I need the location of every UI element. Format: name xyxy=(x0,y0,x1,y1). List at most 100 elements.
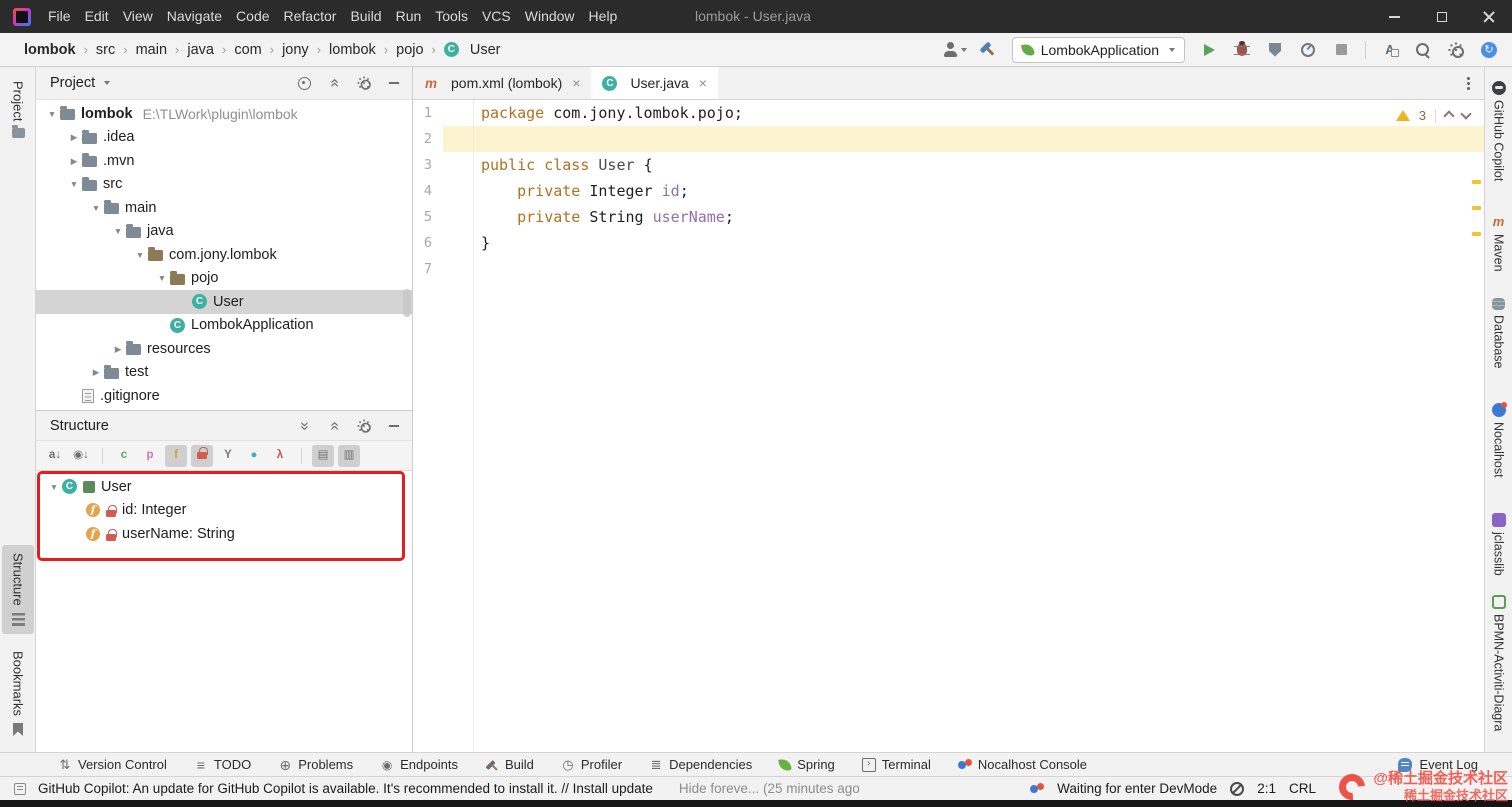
stripe-button-nocalhost[interactable]: Nocalhost xyxy=(1485,402,1512,478)
project-item-idea[interactable]: .idea xyxy=(36,126,412,150)
debug-button[interactable] xyxy=(1229,37,1255,63)
chevron-expanded-icon[interactable] xyxy=(88,204,104,213)
chevron-expanded-icon[interactable] xyxy=(44,110,60,119)
menu-window[interactable]: Window xyxy=(518,0,582,33)
project-item-resources[interactable]: resources xyxy=(36,337,412,361)
chevron-expanded-icon[interactable] xyxy=(46,483,62,492)
close-tab-icon[interactable] xyxy=(699,76,707,90)
project-item-pojo[interactable]: pojo xyxy=(36,267,412,291)
warning-stripe-mark[interactable] xyxy=(1472,206,1481,210)
code-line[interactable]: 1 package com.jony.lombok.pojo; xyxy=(413,100,1484,126)
line-number[interactable]: 4 xyxy=(413,178,443,204)
warning-stripe-mark[interactable] xyxy=(1472,232,1481,236)
chevron-collapsed-icon[interactable] xyxy=(110,345,126,354)
menu-vcs[interactable]: VCS xyxy=(475,0,518,33)
stripe-button-structure[interactable]: Structure xyxy=(2,545,34,634)
toolwindow-button-version-control[interactable]: Version Control xyxy=(58,757,167,772)
toolwindow-button-profiler[interactable]: Profiler xyxy=(561,757,622,772)
sort-alphabetically-button[interactable]: a↓ xyxy=(44,445,66,467)
line-number[interactable]: 3 xyxy=(413,152,443,178)
maximize-button[interactable] xyxy=(1418,0,1465,33)
code-line[interactable]: 5 private String userName; xyxy=(413,204,1484,230)
menu-file[interactable]: File xyxy=(41,0,78,33)
toolwindow-button-endpoints[interactable]: Endpoints xyxy=(380,757,458,772)
caret-position[interactable]: 2:1 xyxy=(1257,781,1276,796)
run-button[interactable] xyxy=(1196,37,1222,63)
menu-refactor[interactable]: Refactor xyxy=(277,0,344,33)
project-item-java[interactable]: java xyxy=(36,220,412,244)
show-properties-button[interactable]: p xyxy=(139,445,161,467)
expand-all-button[interactable] xyxy=(292,414,316,438)
line-number[interactable]: 6 xyxy=(413,230,443,256)
menu-edit[interactable]: Edit xyxy=(78,0,116,33)
project-item-mvn[interactable]: .mvn xyxy=(36,149,412,173)
line-number[interactable]: 5 xyxy=(413,204,443,230)
toolwindow-button-problems[interactable]: Problems xyxy=(278,757,353,772)
ide-update-button[interactable] xyxy=(1476,37,1502,63)
chevron-collapsed-icon[interactable] xyxy=(66,133,82,142)
search-everywhere-button[interactable] xyxy=(1410,37,1436,63)
line-separator-indicator[interactable]: CRL xyxy=(1289,781,1316,796)
collapse-all-button[interactable] xyxy=(322,414,346,438)
hide-structure-panel-button[interactable] xyxy=(382,414,406,438)
stripe-button-project[interactable]: Project xyxy=(2,73,34,146)
chevron-collapsed-icon[interactable] xyxy=(88,368,104,377)
menu-help[interactable]: Help xyxy=(582,0,625,33)
menu-code[interactable]: Code xyxy=(229,0,276,33)
toolwindow-button-nocalhost-console[interactable]: Nocalhost Console xyxy=(957,757,1087,772)
stripe-button-bpmn-activiti-diagra[interactable]: BPMN-Activiti-Diagra xyxy=(1485,595,1512,731)
code-line[interactable]: 6} xyxy=(413,230,1484,256)
code-editor[interactable]: 1 package com.jony.lombok.pojo; 2 3 public c… xyxy=(413,100,1484,752)
breadcrumb-lombok[interactable]: lombok xyxy=(329,42,376,58)
user-account-button[interactable] xyxy=(942,37,968,63)
chevron-expanded-icon[interactable] xyxy=(110,227,126,236)
breadcrumb-pojo[interactable]: pojo xyxy=(396,42,423,58)
toolwindow-button-dependencies[interactable]: Dependencies xyxy=(649,757,752,772)
event-log-button[interactable]: Event Log xyxy=(1398,757,1478,772)
previous-warning-icon[interactable] xyxy=(1443,109,1455,122)
breadcrumb-java[interactable]: java xyxy=(187,42,214,58)
inspections-widget[interactable]: 3 xyxy=(1395,108,1472,123)
status-message[interactable]: GitHub Copilot: An update for GitHub Cop… xyxy=(38,781,653,796)
locate-file-button[interactable] xyxy=(292,71,316,95)
editor-options-kebab-icon[interactable] xyxy=(1467,82,1470,85)
menu-run[interactable]: Run xyxy=(389,0,429,33)
sort-by-visibility-button[interactable]: ◉↓ xyxy=(70,445,92,467)
breadcrumb-com[interactable]: com xyxy=(234,42,261,58)
toolwindow-button-todo[interactable]: TODO xyxy=(194,757,251,772)
line-number[interactable]: 7 xyxy=(413,256,443,282)
show-inherited-button[interactable]: Y xyxy=(217,445,239,467)
project-panel-title[interactable]: Project xyxy=(50,75,95,91)
scrollbar-thumb[interactable] xyxy=(403,289,411,317)
close-button[interactable] xyxy=(1465,0,1512,33)
show-non-public-button[interactable] xyxy=(191,444,213,467)
menu-navigate[interactable]: Navigate xyxy=(160,0,229,33)
line-number[interactable]: 2 xyxy=(413,126,443,152)
show-lambdas-button[interactable]: λ xyxy=(269,445,291,467)
status-hide-link[interactable]: Hide foreve... (25 minutes ago xyxy=(679,781,860,796)
warning-stripe-mark[interactable] xyxy=(1472,180,1481,184)
project-item-lombokapplication[interactable]: LombokApplication xyxy=(36,314,412,338)
build-project-button[interactable] xyxy=(975,37,1001,63)
breadcrumb-user[interactable]: User xyxy=(443,42,501,58)
stop-button[interactable] xyxy=(1328,37,1354,63)
project-item-src[interactable]: src xyxy=(36,173,412,197)
line-number[interactable]: 1 xyxy=(413,100,443,126)
hide-project-panel-button[interactable] xyxy=(382,71,406,95)
autoscroll-from-source-button[interactable]: ▥ xyxy=(338,444,360,467)
minimize-button[interactable] xyxy=(1371,0,1418,33)
project-settings-button[interactable] xyxy=(352,71,376,95)
collapse-all-button[interactable] xyxy=(322,71,346,95)
menu-tools[interactable]: Tools xyxy=(428,0,475,33)
chevron-collapsed-icon[interactable] xyxy=(66,157,82,166)
settings-button[interactable] xyxy=(1443,37,1469,63)
chevron-expanded-icon[interactable] xyxy=(154,274,170,283)
profiler-button[interactable] xyxy=(1295,37,1321,63)
toolwindow-button-build[interactable]: Build xyxy=(485,757,534,772)
tab-pom-xml-lombok[interactable]: pom.xml (lombok) xyxy=(413,67,591,99)
show-fields-button[interactable]: f xyxy=(165,444,187,467)
code-line[interactable]: 2 xyxy=(413,126,1484,152)
next-warning-icon[interactable] xyxy=(1460,108,1472,120)
chevron-down-icon[interactable] xyxy=(104,81,111,85)
close-tab-icon[interactable] xyxy=(572,76,580,90)
